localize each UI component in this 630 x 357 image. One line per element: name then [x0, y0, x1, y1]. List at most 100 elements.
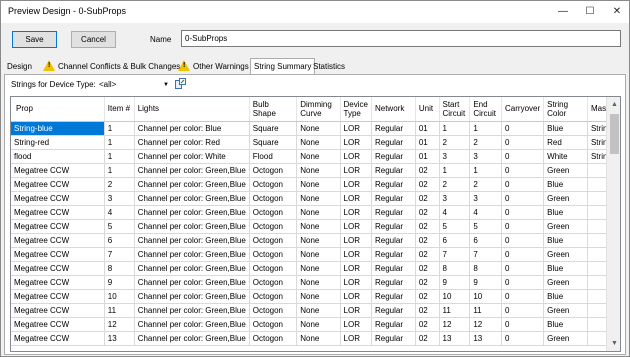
- cell-carryover[interactable]: 0: [501, 163, 545, 178]
- cell-carryover[interactable]: 0: [501, 275, 545, 290]
- cell-dimming-curve[interactable]: None: [296, 289, 341, 304]
- cell-bulb-shape[interactable]: Octogon: [249, 275, 298, 290]
- cell-prop[interactable]: String-red: [11, 135, 105, 150]
- cell-start-circuit[interactable]: 7: [439, 247, 471, 262]
- column-header-network[interactable]: Network: [371, 97, 416, 122]
- cell-device-type[interactable]: LOR: [340, 177, 372, 192]
- cell-network[interactable]: Regular: [371, 219, 416, 234]
- cell-prop[interactable]: Megatree CCW: [11, 233, 105, 248]
- cancel-button[interactable]: Cancel: [71, 31, 116, 48]
- cell-unit[interactable]: 02: [415, 233, 440, 248]
- cell-start-circuit[interactable]: 3: [439, 149, 471, 164]
- cell-unit[interactable]: 01: [415, 135, 440, 150]
- cell-end-circuit[interactable]: 12: [469, 317, 503, 332]
- column-header-unit[interactable]: Unit: [415, 97, 440, 122]
- cell-network[interactable]: Regular: [371, 247, 416, 262]
- cell-carryover[interactable]: 0: [501, 233, 545, 248]
- cell-unit[interactable]: 02: [415, 163, 440, 178]
- table-row[interactable]: Megatree CCW 12 Channel per color: Green,B…: [11, 317, 620, 332]
- cell-network[interactable]: Regular: [371, 135, 416, 150]
- cell-dimming-curve[interactable]: None: [296, 233, 341, 248]
- cell-dimming-curve[interactable]: None: [296, 219, 341, 234]
- cell-end-circuit[interactable]: 8: [469, 261, 503, 276]
- table-row[interactable]: Megatree CCW 3 Channel per color: Green,Bl…: [11, 191, 620, 206]
- cell-bulb-shape[interactable]: Octogon: [249, 163, 298, 178]
- cell-carryover[interactable]: 0: [501, 261, 545, 276]
- cell-start-circuit[interactable]: 4: [439, 205, 471, 220]
- cell-string-color[interactable]: Blue: [543, 289, 588, 304]
- cell-device-type[interactable]: LOR: [340, 149, 372, 164]
- cell-bulb-shape[interactable]: Octogon: [249, 247, 298, 262]
- table-row[interactable]: Megatree CCW 13 Channel per color: Green,B…: [11, 331, 620, 346]
- maximize-button[interactable]: ☐: [577, 1, 603, 23]
- table-row[interactable]: String-red 1 Channel per color: Red Square N…: [11, 135, 620, 150]
- cell-network[interactable]: Regular: [371, 303, 416, 318]
- cell-lights[interactable]: Channel per color: Green,Blue: [134, 261, 250, 276]
- cell-end-circuit[interactable]: 2: [469, 135, 503, 150]
- cell-string-color[interactable]: Green: [543, 331, 588, 346]
- cell-string-color[interactable]: Green: [543, 275, 588, 290]
- cell-network[interactable]: Regular: [371, 205, 416, 220]
- cell-prop[interactable]: Megatree CCW: [11, 247, 105, 262]
- cell-item[interactable]: 7: [104, 247, 135, 262]
- scroll-up-icon[interactable]: ▲: [607, 97, 620, 112]
- cell-item[interactable]: 5: [104, 219, 135, 234]
- cell-bulb-shape[interactable]: Octogon: [249, 289, 298, 304]
- cell-start-circuit[interactable]: 13: [439, 331, 471, 346]
- cell-lights[interactable]: Channel per color: White: [134, 149, 250, 164]
- cell-end-circuit[interactable]: 6: [469, 233, 503, 248]
- cell-start-circuit[interactable]: 2: [439, 177, 471, 192]
- cell-dimming-curve[interactable]: None: [296, 261, 341, 276]
- tab-channel-conflicts[interactable]: Channel Conflicts & Bulk Changes: [40, 60, 183, 74]
- cell-unit[interactable]: 02: [415, 219, 440, 234]
- cell-dimming-curve[interactable]: None: [296, 163, 341, 178]
- cell-dimming-curve[interactable]: None: [296, 317, 341, 332]
- cell-carryover[interactable]: 0: [501, 191, 545, 206]
- cell-dimming-curve[interactable]: None: [296, 191, 341, 206]
- cell-unit[interactable]: 02: [415, 191, 440, 206]
- tab-other-warnings[interactable]: Other Warnings: [175, 60, 252, 74]
- column-header-lights[interactable]: Lights: [134, 97, 250, 122]
- cell-lights[interactable]: Channel per color: Green,Blue: [134, 247, 250, 262]
- column-header-end-circuit[interactable]: End Circuit: [469, 97, 503, 122]
- cell-item[interactable]: 3: [104, 191, 135, 206]
- cell-item[interactable]: 11: [104, 303, 135, 318]
- table-row[interactable]: Megatree CCW 2 Channel per color: Green,Bl…: [11, 177, 620, 192]
- export-icon[interactable]: [175, 78, 186, 89]
- cell-start-circuit[interactable]: 1: [439, 163, 471, 178]
- column-header-device-type[interactable]: Device Type: [340, 97, 372, 122]
- cell-device-type[interactable]: LOR: [340, 135, 372, 150]
- cell-string-color[interactable]: Blue: [543, 205, 588, 220]
- column-header-dimming-curve[interactable]: Dimming Curve: [296, 97, 341, 122]
- scroll-down-icon[interactable]: ▼: [607, 336, 620, 351]
- cell-carryover[interactable]: 0: [501, 177, 545, 192]
- cell-bulb-shape[interactable]: Square: [249, 121, 298, 136]
- cell-network[interactable]: Regular: [371, 289, 416, 304]
- cell-carryover[interactable]: 0: [501, 317, 545, 332]
- cell-lights[interactable]: Channel per color: Green,Blue: [134, 289, 250, 304]
- cell-end-circuit[interactable]: 1: [469, 163, 503, 178]
- cell-unit[interactable]: 02: [415, 261, 440, 276]
- cell-lights[interactable]: Channel per color: Green,Blue: [134, 163, 250, 178]
- cell-item[interactable]: 4: [104, 205, 135, 220]
- cell-item[interactable]: 1: [104, 121, 135, 136]
- cell-prop[interactable]: Megatree CCW: [11, 163, 105, 178]
- cell-device-type[interactable]: LOR: [340, 233, 372, 248]
- cell-unit[interactable]: 02: [415, 289, 440, 304]
- table-row[interactable]: Megatree CCW 7 Channel per color: Green,Bl…: [11, 247, 620, 262]
- cell-prop[interactable]: Megatree CCW: [11, 219, 105, 234]
- cell-carryover[interactable]: 0: [501, 219, 545, 234]
- cell-unit[interactable]: 02: [415, 205, 440, 220]
- cell-network[interactable]: Regular: [371, 275, 416, 290]
- cell-network[interactable]: Regular: [371, 233, 416, 248]
- cell-string-color[interactable]: Green: [543, 163, 588, 178]
- cell-string-color[interactable]: Blue: [543, 177, 588, 192]
- column-header-item[interactable]: Item #: [104, 97, 135, 122]
- cell-start-circuit[interactable]: 12: [439, 317, 471, 332]
- string-summary-grid[interactable]: Prop Item # Lights Bulb Shape Dimming Cu…: [10, 96, 621, 352]
- cell-network[interactable]: Regular: [371, 331, 416, 346]
- cell-prop[interactable]: Megatree CCW: [11, 275, 105, 290]
- cell-end-circuit[interactable]: 5: [469, 219, 503, 234]
- cell-start-circuit[interactable]: 3: [439, 191, 471, 206]
- cell-item[interactable]: 12: [104, 317, 135, 332]
